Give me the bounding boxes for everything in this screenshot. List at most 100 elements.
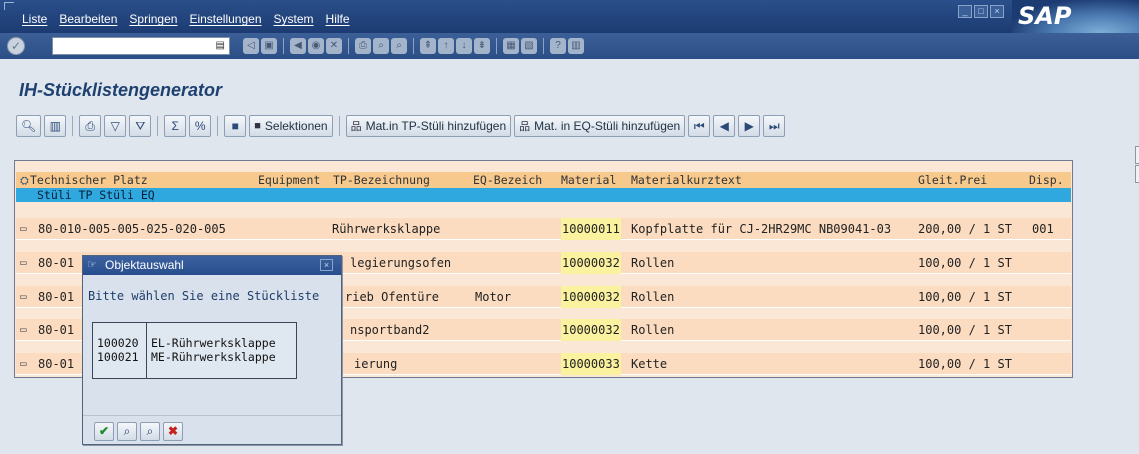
- cell-materialkurztext: Rollen: [631, 290, 675, 304]
- print-button[interactable]: ⎙: [79, 115, 102, 137]
- column-header-equipment[interactable]: Equipment: [258, 172, 320, 188]
- next-button[interactable]: ▶: [738, 115, 761, 137]
- menu-liste[interactable]: Liste: [22, 12, 47, 26]
- column-header-gleitpreis[interactable]: Gleit.Prei: [918, 172, 987, 188]
- first-page-icon: ⏮: [693, 118, 705, 133]
- filter-set-button[interactable]: ▽: [104, 115, 127, 137]
- cell-materialkurztext: Kopfplatte für CJ-2HR29MC NB09041-03: [631, 222, 892, 236]
- object-selection-dialog: ☞ Objektauswahl × Bitte wählen Sie eine …: [82, 255, 342, 445]
- info-button[interactable]: ■: [224, 115, 247, 137]
- help-icon[interactable]: ?: [550, 38, 566, 54]
- dialog-menu-icon[interactable]: ☞: [87, 256, 97, 275]
- sort-icon[interactable]: ⛭: [20, 174, 29, 188]
- folder-icon[interactable]: ▭: [20, 353, 27, 375]
- back-arrow-icon[interactable]: ◁: [243, 38, 259, 54]
- find-icon[interactable]: ⌕: [373, 38, 389, 54]
- find-next-icon[interactable]: ⌕: [391, 38, 407, 54]
- bom-selection-list: 100020 EL-Rührwerksklappe 100021 ME-Rühr…: [92, 322, 297, 379]
- separator: [72, 116, 74, 136]
- cell-disp: 001: [1032, 222, 1054, 236]
- add-to-eq-bom-button[interactable]: 品 Mat. in EQ-Stüli hinzufügen: [514, 115, 686, 137]
- column-header-material[interactable]: Material: [561, 172, 616, 188]
- new-session-icon[interactable]: ▦: [503, 38, 519, 54]
- choose-layout-button[interactable]: ▥: [44, 115, 67, 137]
- separator: [413, 38, 414, 54]
- cell-materialkurztext: Rollen: [631, 256, 675, 270]
- add-to-eq-bom-label: Mat. in EQ-Stüli hinzufügen: [534, 119, 681, 133]
- dialog-buttons: ✔ ⌕ ⌕ ✖: [94, 422, 183, 441]
- window-controls: _ □ ×: [958, 5, 1004, 18]
- cell-gleitpreis: 200,00 / 1 ST: [918, 222, 1012, 236]
- cell-eq-bezeichnung: Motor: [475, 290, 512, 304]
- filter-button[interactable]: ⛛: [129, 115, 152, 137]
- folder-icon[interactable]: ▭: [20, 319, 27, 341]
- selektionen-label: Selektionen: [264, 119, 328, 133]
- next-page-icon[interactable]: ↓: [456, 38, 472, 54]
- folder-icon[interactable]: ▭: [20, 286, 27, 308]
- menu-bar: Liste Bearbeiten Springen Einstellungen …: [0, 0, 1139, 33]
- cell-material: 10000032: [561, 286, 621, 308]
- column-header-tp-bezeichnung[interactable]: TP-Bezeichnung: [333, 172, 430, 188]
- exit-icon[interactable]: ◉: [308, 38, 324, 54]
- cell-gleitpreis: 100,00 / 1 ST: [918, 323, 1012, 337]
- menu-system[interactable]: System: [274, 12, 314, 26]
- close-icon[interactable]: ×: [990, 5, 1004, 18]
- layout-menu-icon[interactable]: ▥: [568, 38, 584, 54]
- table-row[interactable]: ▭ 80-010-005-005-025-020-005 Rührwerkskl…: [16, 218, 1071, 240]
- selektionen-button[interactable]: ■ Selektionen: [249, 115, 333, 137]
- window-menu-icon[interactable]: [4, 2, 14, 10]
- list-item[interactable]: 100020 EL-Rührwerksklappe: [93, 336, 296, 351]
- page-title: IH-Stücklistengenerator: [19, 80, 223, 100]
- command-field[interactable]: ▤: [52, 37, 230, 55]
- enter-icon[interactable]: ✓: [7, 37, 25, 55]
- previous-button[interactable]: ◀: [713, 115, 736, 137]
- menu-hilfe[interactable]: Hilfe: [326, 12, 350, 26]
- column-header-materialkurztext[interactable]: Materialkurztext: [631, 172, 742, 188]
- first-page-button[interactable]: ⏮: [688, 115, 711, 137]
- command-history-icon[interactable]: ▤: [216, 40, 225, 51]
- find-button[interactable]: ⌕: [117, 422, 137, 441]
- folder-icon[interactable]: ▭: [20, 218, 27, 240]
- dialog-title-bar: ☞ Objektauswahl ×: [83, 256, 341, 275]
- folder-icon[interactable]: ▭: [20, 252, 27, 274]
- last-page-button[interactable]: ⏭: [763, 115, 786, 137]
- column-header-eq-bezeichnung[interactable]: EQ-Bezeich: [473, 172, 542, 188]
- sum-button[interactable]: Σ: [164, 115, 187, 137]
- column-header-disp[interactable]: Disp.: [1029, 172, 1064, 188]
- previous-icon: ◀: [719, 119, 729, 133]
- minimize-icon[interactable]: _: [958, 5, 972, 18]
- back-icon[interactable]: ◀: [290, 38, 306, 54]
- binoculars-next-icon: ⌕: [146, 424, 154, 438]
- cell-materialkurztext: Rollen: [631, 323, 675, 337]
- cancel-x-icon: ✖: [167, 424, 179, 438]
- cancel-icon[interactable]: ✕: [326, 38, 342, 54]
- previous-page-icon[interactable]: ↑: [438, 38, 454, 54]
- details-button[interactable]: 🔍︎: [16, 115, 42, 137]
- cell-tp: 80-01: [38, 256, 75, 270]
- first-page-icon[interactable]: ⇞: [420, 38, 436, 54]
- maximize-icon[interactable]: □: [974, 5, 988, 18]
- print-icon[interactable]: ⎙: [355, 38, 371, 54]
- separator: [496, 38, 497, 54]
- add-to-tp-bom-button[interactable]: 品 Mat.in TP-Stüli hinzufügen: [345, 115, 512, 137]
- scroll-tab-up[interactable]: [1135, 146, 1139, 164]
- cell-tp: 80-01: [38, 357, 75, 371]
- subtotal-button[interactable]: %: [189, 115, 212, 137]
- save-icon[interactable]: ▣: [261, 38, 277, 54]
- close-icon[interactable]: ×: [320, 259, 333, 271]
- cell-material: 10000032: [561, 252, 621, 274]
- scroll-tab-down[interactable]: [1135, 165, 1139, 183]
- find-next-button[interactable]: ⌕: [140, 422, 160, 441]
- shortcut-icon[interactable]: ▧: [521, 38, 537, 54]
- cancel-button[interactable]: ✖: [163, 422, 183, 441]
- menu-einstellungen[interactable]: Einstellungen: [189, 12, 261, 26]
- confirm-button[interactable]: ✔: [94, 422, 114, 441]
- list-item[interactable]: 100021 ME-Rührwerksklappe: [93, 350, 296, 365]
- cell-tp-bezeichnung: ierung: [354, 357, 398, 371]
- menu-springen[interactable]: Springen: [129, 12, 177, 26]
- last-page-icon[interactable]: ⇟: [474, 38, 490, 54]
- menu-bearbeiten[interactable]: Bearbeiten: [59, 12, 117, 26]
- cell-tp: 80-01: [38, 323, 75, 337]
- subtotal-icon: %: [194, 119, 206, 133]
- column-header-tp[interactable]: Technischer Platz: [30, 172, 148, 188]
